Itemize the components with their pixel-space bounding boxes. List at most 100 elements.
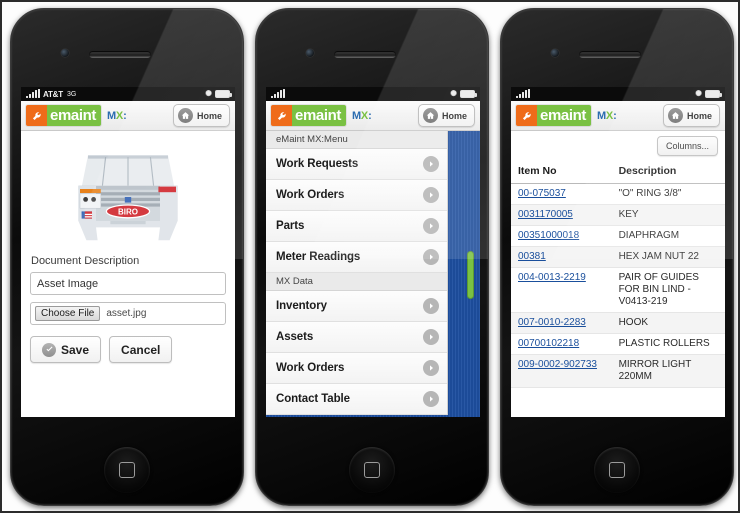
battery-icon bbox=[460, 90, 477, 98]
menu-item-label: Assets bbox=[276, 331, 314, 343]
battery-icon bbox=[705, 90, 722, 98]
cell-item-no: 009-0002-902733 bbox=[511, 354, 612, 388]
chevron-right-icon bbox=[423, 187, 439, 203]
home-button-label: Home bbox=[686, 110, 712, 121]
carrier-label: AT&T bbox=[43, 89, 63, 99]
signal-strength-icon bbox=[271, 89, 285, 98]
phone-1-screen: AT&T 3G ✺ emaint MX: Home BIRO Document … bbox=[21, 87, 235, 417]
item-no-link[interactable]: 004-0013-2219 bbox=[518, 272, 586, 283]
chevron-right-icon bbox=[423, 218, 439, 234]
column-header-item-no[interactable]: Item No bbox=[511, 160, 612, 184]
chevron-right-icon bbox=[423, 391, 439, 407]
emaint-wordmark: emaint bbox=[47, 105, 101, 126]
product-label: MX: bbox=[351, 109, 372, 122]
menu-item-parts[interactable]: Parts bbox=[266, 211, 447, 242]
navigation-menu: eMaint MX:Menu Work Requests Work Orders bbox=[266, 131, 448, 415]
cell-item-no: 00381 bbox=[511, 246, 612, 268]
selected-file-name: asset.jpg bbox=[106, 308, 147, 319]
inventory-table-container: Columns... Item No Description 00-075037… bbox=[511, 131, 725, 417]
menu-section-header-mx-data: MX Data bbox=[266, 273, 447, 291]
emaint-logo[interactable]: emaint bbox=[516, 105, 591, 126]
cell-description: PLASTIC ROLLERS bbox=[611, 333, 725, 355]
home-icon bbox=[177, 108, 193, 123]
phone-3-screen: ✺ emaint MX: Home Columns... Item No Des… bbox=[511, 87, 725, 417]
cancel-button-label: Cancel bbox=[121, 342, 161, 357]
form-actions: Save Cancel bbox=[30, 336, 226, 363]
status-right-group: ✺ bbox=[695, 90, 722, 98]
menu-item-contact-table[interactable]: Contact Table bbox=[266, 384, 447, 415]
item-no-link[interactable]: 007-0010-2283 bbox=[518, 317, 586, 328]
file-picker-row[interactable]: Choose File asset.jpg bbox=[30, 302, 226, 325]
cell-item-no: 0031170005 bbox=[511, 204, 612, 226]
item-no-link[interactable]: 00351000018 bbox=[518, 230, 579, 241]
app-header-3: emaint MX: Home bbox=[511, 101, 725, 131]
front-camera-icon bbox=[61, 49, 69, 57]
item-no-link[interactable]: 0031170005 bbox=[518, 209, 573, 220]
menu-scrollbar-thumb[interactable] bbox=[467, 251, 474, 299]
menu-item-inventory[interactable]: Inventory bbox=[266, 291, 447, 322]
menu-scrollbar[interactable] bbox=[467, 131, 474, 417]
home-button[interactable]: Home bbox=[417, 104, 475, 127]
menu-item-label: Meter Readings bbox=[276, 251, 361, 263]
emaint-logo[interactable]: emaint bbox=[271, 105, 346, 126]
item-no-link[interactable]: 009-0002-902733 bbox=[518, 359, 597, 370]
cell-item-no: 004-0013-2219 bbox=[511, 267, 612, 313]
columns-button[interactable]: Columns... bbox=[656, 136, 718, 156]
network-mode-label: 3G bbox=[66, 90, 77, 98]
emaint-logo[interactable]: emaint bbox=[26, 105, 101, 126]
status-bar-3: ✺ bbox=[511, 87, 725, 101]
status-bar-2: ✺ bbox=[266, 87, 480, 101]
home-button[interactable]: Home bbox=[662, 104, 720, 127]
cell-item-no: 00351000018 bbox=[511, 225, 612, 247]
device-home-button-1[interactable] bbox=[104, 447, 150, 493]
cell-description: HOOK bbox=[611, 312, 725, 334]
menu-item-label: Parts bbox=[276, 220, 305, 232]
app-header-2: emaint MX: Home bbox=[266, 101, 480, 131]
inventory-table: Item No Description 00-075037 "O" RING 3… bbox=[511, 160, 725, 388]
battery-icon bbox=[215, 90, 232, 98]
menu-item-meter-readings[interactable]: Meter Readings bbox=[266, 242, 447, 273]
table-row[interactable]: 00351000018 DIAPHRAGM bbox=[511, 225, 725, 247]
menu-background: eMaint MX:Menu Work Requests Work Orders bbox=[266, 131, 480, 417]
cell-description: KEY bbox=[611, 204, 725, 226]
table-row[interactable]: 009-0002-902733 MIRROR LIGHT 220MM bbox=[511, 354, 725, 388]
chevron-right-icon bbox=[423, 329, 439, 345]
table-body-rows: 00-075037 "O" RING 3/8" 0031170005 KEY 0… bbox=[511, 183, 725, 388]
status-right-group: ✺ bbox=[205, 90, 232, 98]
table-row[interactable]: 00700102218 PLASTIC ROLLERS bbox=[511, 333, 725, 355]
menu-item-label: Inventory bbox=[276, 300, 327, 312]
wrench-logo-icon bbox=[271, 105, 292, 126]
menu-item-label: Work Orders bbox=[276, 362, 345, 374]
menu-item-assets[interactable]: Assets bbox=[266, 322, 447, 353]
device-home-button-2[interactable] bbox=[349, 447, 395, 493]
device-home-button-3[interactable] bbox=[594, 447, 640, 493]
asset-image-preview: BIRO bbox=[64, 141, 192, 245]
table-toolbar: Columns... bbox=[511, 131, 725, 160]
emaint-wordmark: emaint bbox=[537, 105, 591, 126]
chevron-right-icon bbox=[423, 298, 439, 314]
table-row[interactable]: 007-0010-2283 HOOK bbox=[511, 312, 725, 334]
menu-item-work-orders[interactable]: Work Orders bbox=[266, 180, 447, 211]
menu-item-work-orders-data[interactable]: Work Orders bbox=[266, 353, 447, 384]
menu-item-work-requests[interactable]: Work Requests bbox=[266, 149, 447, 180]
chevron-right-icon bbox=[423, 156, 439, 172]
cancel-button[interactable]: Cancel bbox=[109, 336, 173, 363]
signal-strength-icon bbox=[516, 89, 530, 98]
column-header-description[interactable]: Description bbox=[611, 160, 725, 184]
save-button[interactable]: Save bbox=[30, 336, 102, 363]
choose-file-button[interactable]: Choose File bbox=[35, 306, 101, 321]
document-description-input[interactable] bbox=[30, 272, 226, 295]
table-row[interactable]: 004-0013-2219 PAIR OF GUIDES FOR BIN LIN… bbox=[511, 267, 725, 313]
wrench-logo-icon bbox=[516, 105, 537, 126]
cell-description: "O" RING 3/8" bbox=[611, 183, 725, 205]
table-row[interactable]: 0031170005 KEY bbox=[511, 204, 725, 226]
table-row[interactable]: 00-075037 "O" RING 3/8" bbox=[511, 183, 725, 205]
cell-item-no: 007-0010-2283 bbox=[511, 312, 612, 334]
menu-item-label: Contact Table bbox=[276, 393, 350, 405]
item-no-link[interactable]: 00700102218 bbox=[518, 338, 579, 349]
item-no-link[interactable]: 00-075037 bbox=[518, 188, 566, 199]
table-row[interactable]: 00381 HEX JAM NUT 22 bbox=[511, 246, 725, 268]
earpiece-speaker-icon bbox=[579, 51, 641, 58]
item-no-link[interactable]: 00381 bbox=[518, 251, 546, 262]
home-button[interactable]: Home bbox=[172, 104, 230, 127]
